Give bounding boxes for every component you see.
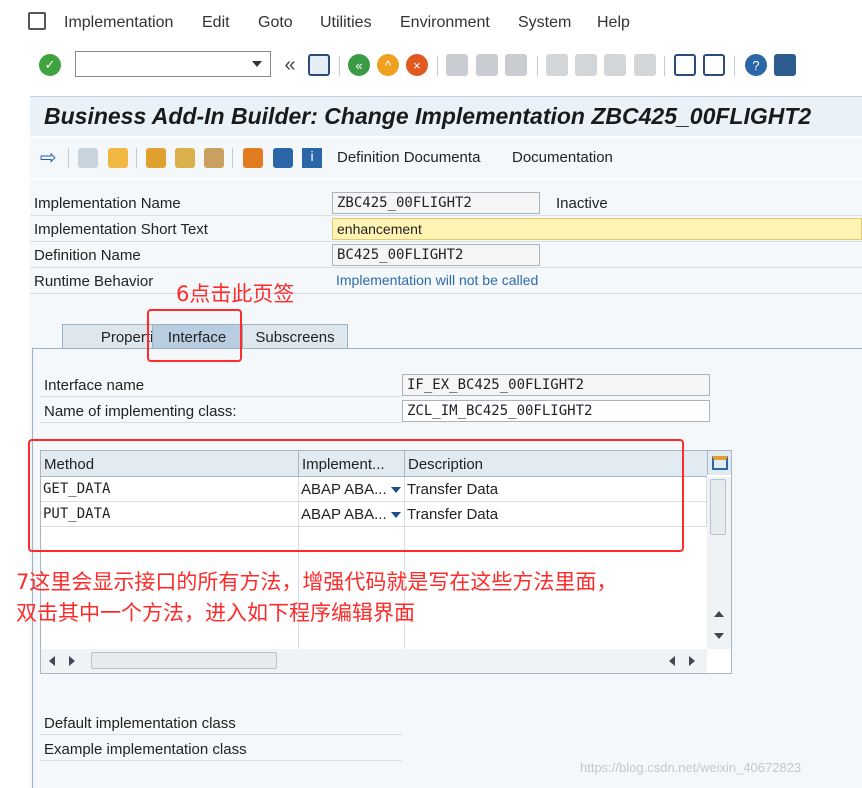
page-title: Business Add-In Builder: Change Implemen… bbox=[44, 103, 812, 129]
info-icon[interactable]: i bbox=[302, 148, 322, 168]
menu-system[interactable]: System bbox=[518, 14, 571, 32]
runtime-behavior-value: Implementation will not be called bbox=[332, 270, 862, 292]
implementation-name-field[interactable]: ZBC425_00FLIGHT2 bbox=[332, 192, 540, 214]
previous-page-icon[interactable] bbox=[575, 54, 597, 76]
column-settings-icon[interactable] bbox=[707, 451, 731, 475]
help-icon[interactable]: ? bbox=[745, 54, 767, 76]
runtime-behavior-label: Runtime Behavior bbox=[34, 273, 154, 290]
watermark: https://blog.csdn.net/weixin_40672823 bbox=[580, 760, 802, 775]
vertical-scrollbar[interactable] bbox=[707, 477, 731, 649]
menu-implementation[interactable]: Implementation bbox=[64, 14, 173, 32]
menu-edit[interactable]: Edit bbox=[202, 14, 230, 32]
change-display-icon[interactable] bbox=[78, 148, 98, 168]
back-double-icon[interactable]: « bbox=[279, 54, 301, 76]
menu-environment[interactable]: Environment bbox=[400, 14, 490, 32]
documentation-button[interactable]: Documentation bbox=[512, 149, 613, 166]
cancel-icon[interactable]: × bbox=[406, 54, 428, 76]
annotation-box-grid bbox=[28, 439, 684, 552]
enter-icon[interactable]: ✓ bbox=[39, 54, 61, 76]
menu-help[interactable]: Help bbox=[597, 14, 630, 32]
horizontal-scrollbar[interactable] bbox=[41, 649, 707, 673]
implementation-status: Inactive bbox=[556, 195, 608, 212]
scroll-down-icon[interactable] bbox=[714, 633, 724, 639]
short-text-label: Implementation Short Text bbox=[34, 221, 208, 238]
first-page-icon[interactable] bbox=[546, 54, 568, 76]
annotation-step6: 6点击此页签 bbox=[176, 282, 295, 306]
menu-system-icon[interactable] bbox=[28, 12, 46, 30]
default-class-label: Default implementation class bbox=[44, 715, 236, 732]
scroll-left-icon[interactable] bbox=[669, 656, 675, 666]
scroll-left-icon[interactable] bbox=[49, 656, 55, 666]
implementing-class-label: Name of implementing class: bbox=[44, 403, 237, 420]
last-page-icon[interactable] bbox=[634, 54, 656, 76]
tab-subscreens-label: Subscreens bbox=[255, 329, 335, 346]
menu-bar: Implementation Edit Goto Utilities Envir… bbox=[0, 0, 862, 46]
annotation-step7-line1: 7这里会显示接口的所有方法，增强代码就是写在这些方法里面， bbox=[16, 570, 618, 594]
scroll-right-icon[interactable] bbox=[69, 656, 75, 666]
scroll-thumb[interactable] bbox=[710, 479, 726, 535]
activate-toggle-icon[interactable] bbox=[108, 148, 128, 168]
command-field[interactable] bbox=[75, 51, 271, 77]
exit-icon[interactable]: ^ bbox=[377, 54, 399, 76]
implementing-class-field[interactable]: ZCL_IM_BC425_00FLIGHT2 bbox=[402, 400, 710, 422]
object-list-icon[interactable] bbox=[146, 148, 166, 168]
definition-name-field[interactable]: BC425_00FLIGHT2 bbox=[332, 244, 540, 266]
example-class-label: Example implementation class bbox=[44, 741, 247, 758]
annotation-step7-line2: 双击其中一个方法，进入如下程序编辑界面 bbox=[16, 601, 415, 625]
short-text-field[interactable]: enhancement bbox=[332, 218, 862, 240]
back-icon[interactable]: « bbox=[348, 54, 370, 76]
deactivate-icon[interactable] bbox=[204, 148, 224, 168]
hierarchy-icon[interactable] bbox=[243, 148, 263, 168]
list-icon[interactable] bbox=[273, 148, 293, 168]
left-gutter bbox=[0, 84, 30, 788]
title-bar: Business Add-In Builder: Change Implemen… bbox=[30, 96, 862, 136]
annotation-box-tab bbox=[147, 309, 242, 362]
activate-icon[interactable] bbox=[175, 148, 195, 168]
command-field-dropdown-icon[interactable] bbox=[252, 61, 262, 67]
menu-utilities[interactable]: Utilities bbox=[320, 14, 372, 32]
tab-subscreens[interactable]: Subscreens bbox=[242, 324, 348, 350]
other-object-icon[interactable]: ⇨ bbox=[40, 145, 60, 169]
customize-layout-icon[interactable] bbox=[774, 54, 796, 76]
scroll-thumb[interactable] bbox=[91, 652, 277, 669]
interface-name-label: Interface name bbox=[44, 377, 145, 394]
shortcut-icon[interactable] bbox=[703, 54, 725, 76]
implementation-name-label: Implementation Name bbox=[34, 195, 181, 212]
save-icon[interactable] bbox=[308, 54, 330, 76]
print-icon[interactable] bbox=[446, 54, 468, 76]
scroll-right-icon[interactable] bbox=[689, 656, 695, 666]
next-page-icon[interactable] bbox=[604, 54, 626, 76]
find-next-icon[interactable] bbox=[505, 54, 527, 76]
create-session-icon[interactable] bbox=[674, 54, 696, 76]
find-icon[interactable] bbox=[476, 54, 498, 76]
interface-name-field[interactable]: IF_EX_BC425_00FLIGHT2 bbox=[402, 374, 710, 396]
scroll-up-icon[interactable] bbox=[714, 611, 724, 617]
definition-name-label: Definition Name bbox=[34, 247, 141, 264]
application-toolbar: ⇨ i Definition Documenta Documentation bbox=[30, 138, 862, 178]
menu-goto[interactable]: Goto bbox=[258, 14, 293, 32]
definition-documentation-button[interactable]: Definition Documenta bbox=[337, 149, 480, 166]
